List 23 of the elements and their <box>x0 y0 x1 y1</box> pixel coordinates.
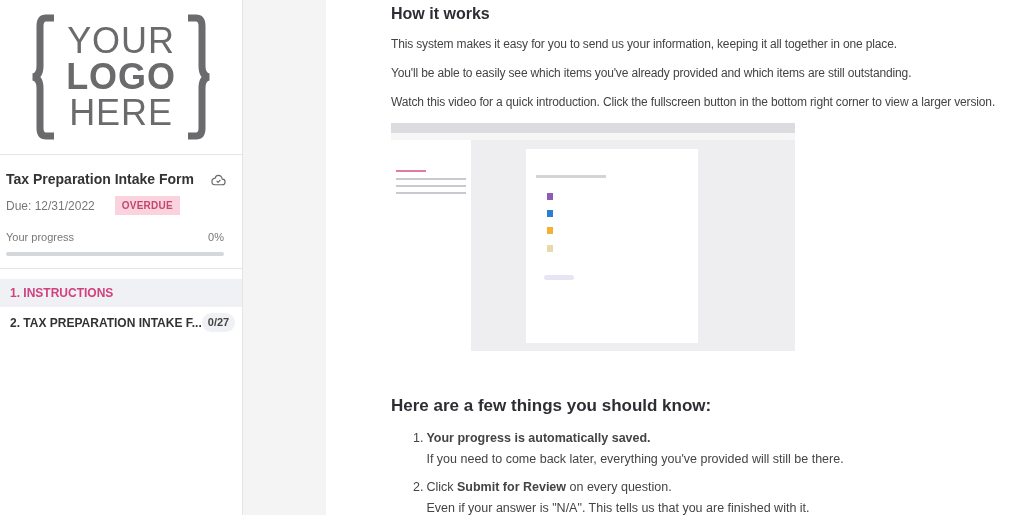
logo-text: YOUR <box>67 23 175 59</box>
section-heading: Here are a few things you should know: <box>391 395 713 417</box>
paragraph: Watch this video for a quick introduction. Click the fullscreen button in the bottom right corner to view a larger version. <box>391 94 997 111</box>
paragraph: You'll be able to easily see which items you've already provided and which items are still outstanding. <box>391 65 913 82</box>
due-date: Due: 12/31/2022 <box>6 197 95 215</box>
cloud-check-icon <box>211 173 226 186</box>
count-badge: 0/27 <box>201 313 236 332</box>
form-title: Tax Preparation Intake Form <box>6 170 194 189</box>
progress-label: Your progress <box>6 230 75 245</box>
curly-braces-icon <box>32 14 210 140</box>
paragraph: This system makes it easy for you to send us your information, keeping it all together in one place. <box>391 36 898 53</box>
logo-text: HERE <box>69 95 173 131</box>
list-number: 2. <box>413 479 424 496</box>
list-number: 1. <box>413 430 424 447</box>
status-badge: OVERDUE <box>114 196 180 215</box>
tip-detail: If you need to come back later, everything you've provided will still be there. <box>426 451 844 468</box>
tip-detail: Even if your answer is "N/A". This tells us that you are finished with it. <box>426 500 810 515</box>
section-heading: How it works <box>391 4 491 24</box>
tip-title: Your progress is automatically saved. <box>426 430 652 447</box>
section-item[interactable]: 1. INSTRUCTIONS <box>0 278 242 307</box>
tip-title: Click Submit for Review on every question. <box>426 479 673 496</box>
progress-value: 0% <box>208 230 224 245</box>
logo-text: LOGO <box>66 59 176 95</box>
